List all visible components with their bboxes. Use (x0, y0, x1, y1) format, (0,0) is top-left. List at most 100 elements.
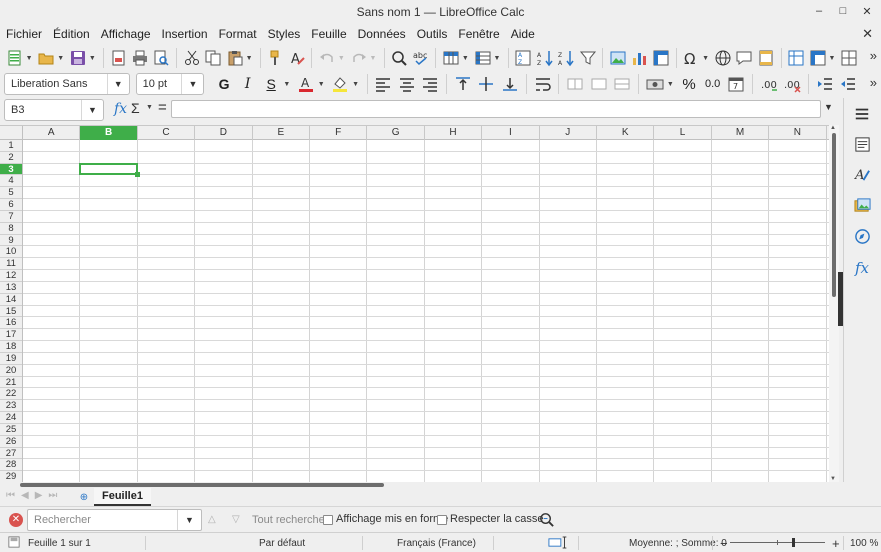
italic-button[interactable]: I (236, 72, 260, 96)
row-header-3[interactable]: 3 (0, 163, 22, 176)
row-header-16[interactable]: 16 (0, 317, 22, 330)
cell-area[interactable] (23, 140, 829, 482)
sum-dropdown-icon[interactable]: ▼ (146, 104, 153, 111)
column-header-d[interactable]: D (195, 126, 253, 140)
row-header-9[interactable]: 9 (0, 235, 22, 247)
align-right-icon[interactable] (419, 72, 443, 96)
copy-icon[interactable] (203, 46, 224, 70)
wrap-text-icon[interactable] (531, 72, 555, 96)
column-header-h[interactable]: H (425, 126, 483, 140)
open-dropdown-icon[interactable]: ▼ (57, 46, 64, 70)
row-header-2[interactable]: 2 (0, 152, 22, 164)
sheet-tab-feuille1[interactable]: Feuille1 (94, 488, 151, 506)
currency-dropdown-icon[interactable]: ▼ (666, 72, 674, 96)
print-icon[interactable] (129, 46, 150, 70)
menu-feuille[interactable]: Feuille (311, 27, 346, 41)
menu-styles[interactable]: Styles (268, 27, 301, 41)
formula-input[interactable] (171, 100, 821, 118)
sum-icon[interactable]: Σ (131, 100, 140, 116)
open-folder-icon[interactable] (36, 46, 57, 70)
background-color-icon[interactable] (328, 72, 352, 96)
column-header-g[interactable]: G (367, 126, 425, 140)
row-header-14[interactable]: 14 (0, 294, 22, 306)
font-size-dropdown-icon[interactable]: ▼ (181, 74, 203, 94)
column-header-b[interactable]: B (80, 126, 138, 140)
insert-chart-icon[interactable] (629, 46, 650, 70)
formatting-toolbar-overflow-icon[interactable]: » (870, 75, 877, 90)
row-header-27[interactable]: 27 (0, 448, 22, 460)
decrease-indent-icon[interactable] (837, 72, 861, 96)
sort-descending-icon[interactable]: ZA (555, 46, 576, 70)
find-replace-icon[interactable] (388, 46, 409, 70)
add-decimal-icon[interactable]: .00 (757, 72, 781, 96)
percent-format-button[interactable]: % (677, 72, 701, 96)
row-header-20[interactable]: 20 (0, 365, 22, 377)
zoom-slider[interactable] (730, 538, 825, 547)
row-header-25[interactable]: 25 (0, 424, 22, 436)
menu-fichier[interactable]: Fichier (6, 27, 42, 41)
menu-outils[interactable]: Outils (417, 27, 448, 41)
align-middle-icon[interactable] (475, 72, 499, 96)
row-header-22[interactable]: 22 (0, 388, 22, 401)
formatted-display-label[interactable]: Affichage mis en forme (336, 513, 448, 525)
match-case-label[interactable]: Respecter la casse (450, 513, 544, 525)
add-sheet-button[interactable]: ⊕ (76, 489, 92, 505)
paste-dropdown-icon[interactable]: ▼ (245, 46, 253, 70)
undo-dropdown-icon[interactable]: ▼ (338, 46, 345, 70)
function-wizard-icon[interactable]: fx (114, 101, 127, 117)
column-header-l[interactable]: L (654, 126, 712, 140)
row-header-18[interactable]: 18 (0, 341, 22, 353)
expand-formula-bar-icon[interactable]: ▼ (824, 102, 833, 112)
row-icon[interactable] (440, 46, 461, 70)
underline-dropdown-icon[interactable]: ▼ (283, 72, 291, 96)
next-sheet-icon[interactable]: ▶ (35, 490, 43, 501)
comment-icon[interactable] (734, 46, 755, 70)
row-header-29[interactable]: 29 (0, 471, 22, 482)
search-input[interactable]: Rechercher ▼ (27, 509, 202, 531)
standard-toolbar-overflow-icon[interactable]: » (870, 48, 877, 63)
styles-icon[interactable]: A (850, 162, 874, 186)
last-sheet-icon[interactable]: ⏭ (48, 490, 57, 501)
font-color-dropdown-icon[interactable]: ▼ (317, 72, 325, 96)
print-preview-icon[interactable] (151, 46, 172, 70)
save-dropdown-icon[interactable]: ▼ (89, 46, 96, 70)
new-dropdown-icon[interactable]: ▼ (25, 46, 33, 70)
functions-icon[interactable]: fx (850, 256, 874, 280)
navigator-icon[interactable] (850, 224, 874, 248)
column-header-c[interactable]: C (138, 126, 196, 140)
column-icon[interactable] (472, 46, 493, 70)
delete-decimal-icon[interactable]: .00 (780, 72, 804, 96)
menu-aide[interactable]: Aide (511, 27, 535, 41)
selection-mode-icon[interactable] (548, 536, 570, 552)
maximize-button[interactable]: □ (835, 3, 851, 19)
currency-format-icon[interactable] (643, 72, 667, 96)
redo-dropdown-icon[interactable]: ▼ (369, 46, 377, 70)
bold-button[interactable]: G (212, 72, 236, 96)
row-header-15[interactable]: 15 (0, 306, 22, 318)
row-header-23[interactable]: 23 (0, 400, 22, 413)
find-replace-dialog-icon[interactable] (538, 511, 555, 531)
name-box-dropdown-icon[interactable]: ▼ (81, 100, 103, 120)
define-print-area-icon[interactable] (785, 46, 806, 70)
minimize-button[interactable]: – (811, 3, 827, 19)
row-header-24[interactable]: 24 (0, 412, 22, 424)
zoom-slider-knob[interactable] (792, 538, 795, 547)
close-find-bar-icon[interactable]: ✕ (9, 513, 23, 527)
underline-button[interactable]: S (259, 72, 283, 96)
spreadsheet-grid[interactable]: ABCDEFGHIJKLMN 1 2 3 4 5 6 7 8 9 10 11 12 13 14 15 16 17… (0, 125, 829, 482)
zoom-in-button[interactable]: + (832, 536, 840, 551)
column-header-f[interactable]: F (310, 126, 368, 140)
row-header-28[interactable]: 28 (0, 459, 22, 472)
row-header-10[interactable]: 10 (0, 246, 22, 259)
font-name-combo[interactable]: Liberation Sans ▼ (4, 73, 130, 95)
font-name-dropdown-icon[interactable]: ▼ (106, 74, 129, 94)
clear-formatting-icon[interactable]: A (286, 46, 307, 70)
save-icon[interactable] (67, 46, 88, 70)
column-header-n[interactable]: N (769, 126, 827, 140)
font-color-icon[interactable]: A (294, 72, 318, 96)
date-format-icon[interactable]: 7 (724, 72, 748, 96)
autofilter-icon[interactable] (577, 46, 598, 70)
new-document-icon[interactable] (4, 46, 25, 70)
row-header-17[interactable]: 17 (0, 329, 22, 342)
scroll-up-icon[interactable]: ▲ (830, 125, 836, 131)
